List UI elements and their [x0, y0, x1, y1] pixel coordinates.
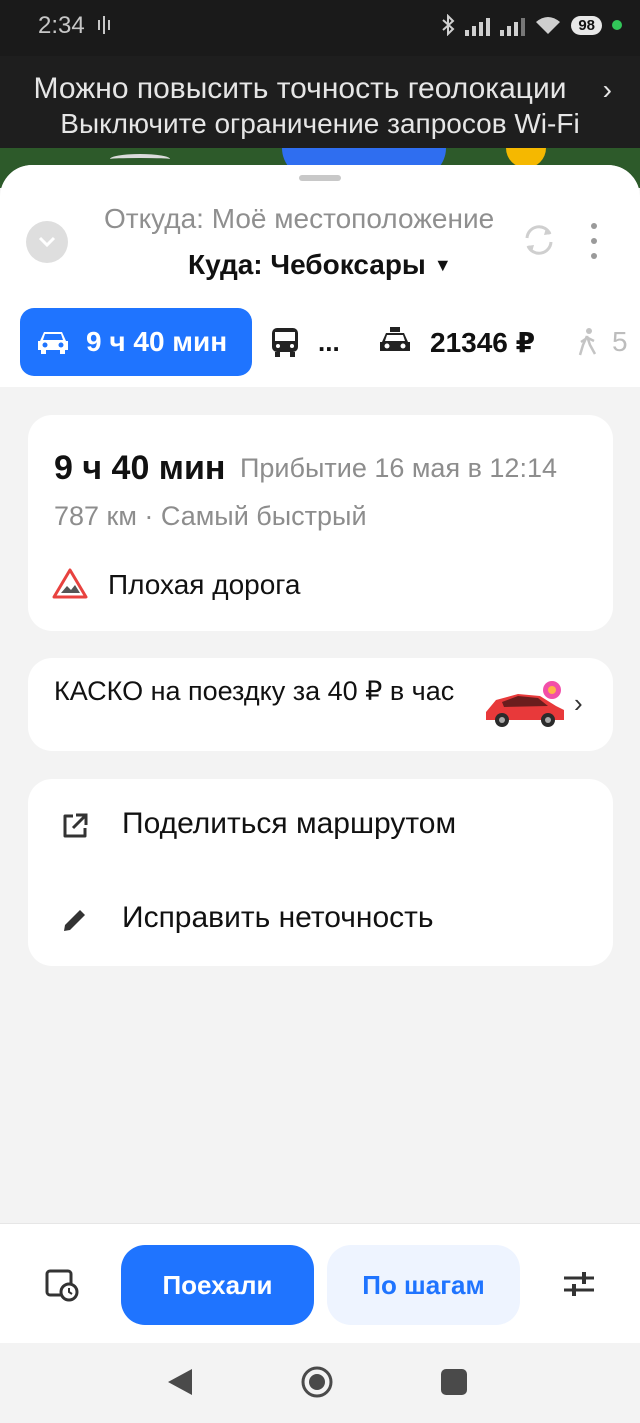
- car-icon: [38, 332, 68, 354]
- route-warning: Плохая дорога: [108, 569, 301, 600]
- route-settings-icon[interactable]: [560, 1266, 598, 1302]
- tab-bus[interactable]: ...: [270, 308, 340, 376]
- report-inaccuracy-label: Исправить неточность: [122, 901, 434, 934]
- collapse-button[interactable]: [26, 221, 68, 263]
- walk-icon: [578, 328, 597, 356]
- taxi-icon: [380, 327, 410, 351]
- bluetooth-icon: [442, 14, 455, 36]
- share-icon: [63, 813, 88, 838]
- dropdown-arrow-icon: ▼: [433, 255, 452, 275]
- kasko-text: КАСКО на поездку за 40 ₽ в час: [54, 676, 455, 706]
- status-bar: 2:34 98: [0, 0, 640, 56]
- tab-walk[interactable]: 5: [576, 308, 628, 376]
- nav-home-icon[interactable]: [300, 1365, 334, 1399]
- route-duration: 9 ч 40 мин: [54, 449, 226, 487]
- battery-badge: 98: [571, 15, 602, 35]
- more-options-icon[interactable]: [586, 223, 602, 259]
- tab-car-label: 9 ч 40 мин: [86, 326, 228, 357]
- banner-chevron-icon: ›: [602, 74, 612, 105]
- nav-back-icon[interactable]: [166, 1367, 194, 1397]
- nav-recents-icon[interactable]: [441, 1369, 467, 1395]
- kasko-chevron-icon: ›: [574, 688, 583, 718]
- schedule-icon[interactable]: [44, 1266, 80, 1302]
- cell-signal-icon: [465, 14, 491, 36]
- red-car-illustration-icon: [486, 681, 564, 727]
- geolocation-banner[interactable]: Можно повысить точность геолокации › Вык…: [0, 56, 640, 150]
- route-to-label: Куда: Чебоксары: [188, 249, 426, 280]
- map-road: [110, 154, 170, 164]
- bad-road-warning-icon: [52, 568, 88, 599]
- banner-subtitle: Выключите ограничение запросов Wi-Fi: [60, 108, 580, 139]
- vibration-icon: [96, 14, 112, 41]
- tab-walk-label: 5: [612, 326, 628, 357]
- bus-icon: [272, 328, 298, 357]
- route-to[interactable]: Куда: Чебоксары ▼: [188, 249, 452, 281]
- route-from[interactable]: Откуда: Моё местоположение: [104, 203, 494, 235]
- route-distance: 787 км · Самый быстрый: [54, 501, 367, 531]
- transport-tabs: 9 ч 40 мин ... 21346 ₽ 5: [0, 308, 640, 376]
- tab-taxi[interactable]: 21346 ₽: [378, 308, 535, 376]
- bottom-action-bar: Поехали По шагам: [0, 1223, 640, 1343]
- pencil-icon: [64, 910, 85, 931]
- privacy-indicator-dot: [612, 20, 622, 30]
- report-inaccuracy-button[interactable]: Исправить неточность: [28, 873, 613, 965]
- tab-car[interactable]: 9 ч 40 мин: [20, 308, 252, 376]
- share-route-label: Поделиться маршрутом: [122, 807, 457, 840]
- kasko-promo-card[interactable]: КАСКО на поездку за 40 ₽ в час ›: [28, 658, 613, 751]
- chevron-down-icon: [38, 236, 56, 248]
- route-header: Откуда: Моё местоположение Куда: Чебокса…: [0, 165, 640, 387]
- status-icons: 98: [441, 14, 622, 36]
- share-route-button[interactable]: Поделиться маршрутом: [28, 779, 613, 871]
- wifi-icon: [536, 17, 561, 34]
- sheet-drag-handle[interactable]: [299, 175, 341, 181]
- route-sheet: Откуда: Моё местоположение Куда: Чебокса…: [0, 165, 640, 1223]
- route-summary-card[interactable]: 9 ч 40 мин Прибытие 16 мая в 12:14 787 к…: [28, 415, 613, 631]
- route-arrival: Прибытие 16 мая в 12:14: [240, 453, 557, 483]
- system-navigation-bar: [0, 1343, 640, 1423]
- status-time: 2:34: [38, 12, 85, 39]
- swap-route-icon[interactable]: [522, 223, 556, 257]
- actions-card: Поделиться маршрутом Исправить неточност…: [28, 779, 613, 966]
- tab-bus-label: ...: [318, 326, 340, 357]
- go-button[interactable]: Поехали: [121, 1245, 314, 1325]
- cell-signal-icon-2: [500, 14, 526, 36]
- banner-title: Можно повысить точность геолокации: [33, 72, 567, 105]
- tab-taxi-label: 21346 ₽: [430, 326, 536, 358]
- step-by-step-button[interactable]: По шагам: [327, 1245, 520, 1325]
